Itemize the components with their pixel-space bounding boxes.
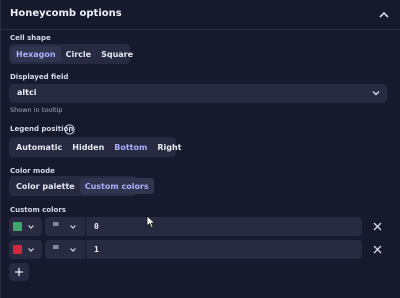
chevron-down-icon [70,248,76,252]
chevron-up-icon[interactable] [377,9,391,21]
cell-shape-label: Cell shape [10,34,51,42]
color-picker-button[interactable] [9,217,42,236]
info-icon[interactable] [64,124,75,135]
operator-select[interactable]: = [45,217,85,236]
operator-label: = [52,220,60,230]
add-color-button[interactable] [9,263,29,281]
honeycomb-options-panel: Honeycomb options Cell shape Hexagon Cir… [0,0,400,298]
legend-option-automatic[interactable]: Automatic [11,139,67,155]
custom-color-row: = 1 [9,240,399,259]
cell-shape-option-hexagon[interactable]: Hexagon [11,46,61,62]
legend-option-right[interactable]: Right [152,139,186,155]
displayed-field-select[interactable]: altci [9,84,387,103]
panel-header[interactable]: Honeycomb options [1,0,400,30]
value-input[interactable]: 0 [86,217,362,236]
legend-option-hidden[interactable]: Hidden [67,139,109,155]
displayed-field-hint: Shown in tooltip [10,106,63,114]
plus-icon [15,268,23,276]
displayed-field-value: altci [17,88,37,97]
operator-select[interactable]: = [45,240,85,259]
panel-title: Honeycomb options [10,8,122,19]
color-swatch [13,222,22,231]
displayed-field-label: Displayed field [10,73,69,81]
chevron-down-icon [372,91,380,96]
close-icon[interactable] [373,245,382,254]
close-icon[interactable] [373,222,382,231]
legend-position-toggle: Automatic Hidden Bottom Right [9,137,182,157]
color-mode-option-custom[interactable]: Custom colors [79,178,154,194]
color-picker-button[interactable] [9,240,42,259]
chevron-down-icon [28,248,34,252]
color-mode-toggle: Color palette Custom colors [9,176,154,196]
legend-option-bottom[interactable]: Bottom [109,139,152,155]
color-swatch [13,245,22,254]
custom-color-row: = 0 [9,217,399,236]
cell-shape-toggle: Hexagon Circle Square [9,44,133,64]
cell-shape-option-square[interactable]: Square [96,46,138,62]
color-mode-option-palette[interactable]: Color palette [11,178,80,194]
operator-label: = [52,243,60,253]
custom-colors-label: Custom colors [10,206,66,214]
cell-shape-option-circle[interactable]: Circle [61,46,96,62]
mouse-cursor-icon [146,215,156,229]
chevron-down-icon [28,225,34,229]
color-mode-label: Color mode [10,167,55,175]
value-input[interactable]: 1 [86,240,362,259]
chevron-down-icon [70,225,76,229]
